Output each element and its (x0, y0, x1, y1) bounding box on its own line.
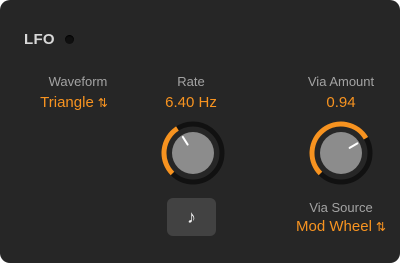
waveform-label: Waveform (48, 74, 108, 89)
via-source-select[interactable]: Mod Wheel ⇅ (296, 218, 386, 235)
rate-label: Rate (177, 74, 205, 89)
tempo-sync-button[interactable]: ♪ (167, 198, 216, 236)
waveform-value: Triangle (40, 94, 94, 111)
lfo-panel: LFO Waveform Triangle ⇅ Rate 6.40 Hz ♪ Vi… (0, 0, 400, 263)
rate-value: 6.40 Hz (165, 94, 217, 111)
chevron-updown-icon: ⇅ (97, 96, 108, 110)
panel-title: LFO (24, 31, 55, 48)
music-note-icon: ♪ (187, 206, 196, 227)
lfo-led-indicator[interactable] (64, 35, 74, 44)
via-amount-value: 0.94 (326, 94, 356, 111)
lfo-header: LFO (24, 31, 74, 48)
waveform-select[interactable]: Triangle ⇅ (40, 94, 108, 111)
via-source-label: Via Source (309, 200, 373, 215)
chevron-updown-icon: ⇅ (375, 220, 386, 234)
via-amount-knob-body (320, 132, 362, 174)
rate-knob[interactable] (158, 118, 228, 188)
rate-knob-body (172, 132, 214, 174)
via-source-value: Mod Wheel (296, 218, 372, 235)
via-amount-label: Via Amount (307, 74, 375, 89)
via-amount-knob[interactable] (306, 118, 376, 188)
